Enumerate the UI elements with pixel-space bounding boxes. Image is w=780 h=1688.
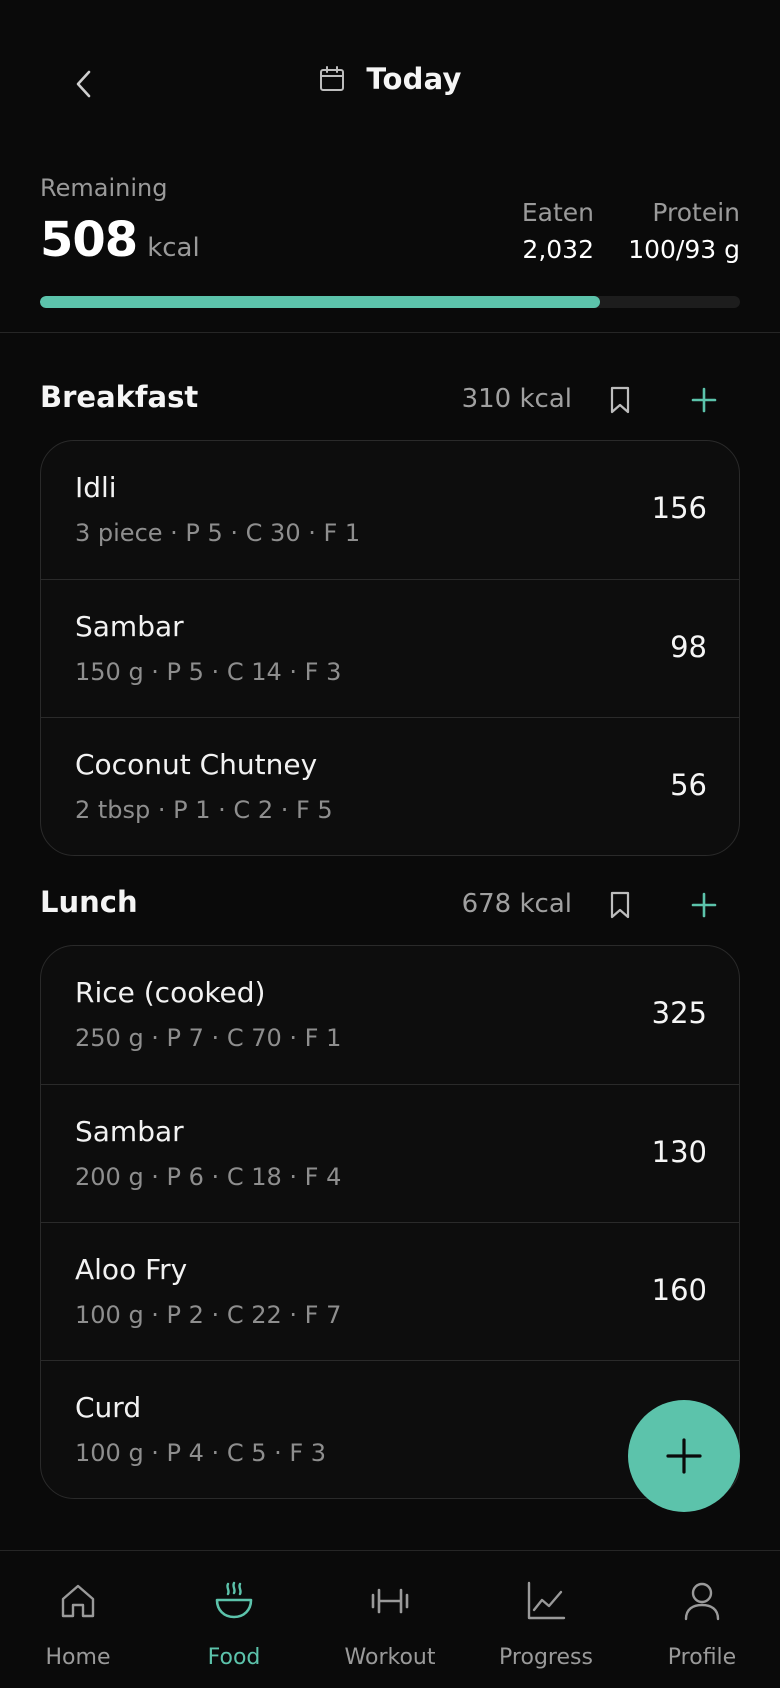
nav-item-profile[interactable]: Profile [624,1551,780,1688]
bottom-navigation: Home Food Workout Progress Profile [0,1550,780,1688]
nav-label: Profile [667,1645,737,1670]
meal-section-lunch: Lunch 678 kcal Rice (cooked) 250 g · P 7 · … [40,877,740,1499]
nav-label: Workout [344,1645,436,1670]
meal-header: Lunch 678 kcal [40,877,740,937]
meal-items-card: Idli 3 piece · P 5 · C 30 · F 1 156 Sambar 1… [40,440,740,856]
food-macros: 250 g · P 7 · C 70 · F 1 [75,1024,342,1052]
food-item-row[interactable]: Rice (cooked) 250 g · P 7 · C 70 · F 1 325 [41,946,739,1084]
food-macros: 3 piece · P 5 · C 30 · F 1 [75,519,361,547]
food-name: Idli [75,471,117,504]
bowl-icon [212,1579,256,1623]
food-kcal: 56 [670,768,707,802]
eaten-stat: Eaten 2,032 [522,198,594,264]
protein-label: Protein [652,198,740,227]
remaining-row: 508 kcal [40,212,200,268]
add-food-fab[interactable] [628,1400,740,1512]
calorie-summary: Remaining 508 kcal Eaten 2,032 Protein 1… [40,170,740,320]
protein-value: 100/93 g [628,235,740,264]
bookmark-icon [610,386,630,414]
food-kcal: 130 [651,1135,707,1169]
add-item-button[interactable] [682,883,726,927]
calorie-progress-bar [40,296,740,308]
divider [0,332,780,333]
meal-name: Breakfast [40,380,199,414]
food-kcal: 160 [651,1273,707,1307]
date-selector[interactable]: Today [0,62,780,96]
food-macros: 2 tbsp · P 1 · C 2 · F 5 [75,796,333,824]
food-name: Coconut Chutney [75,748,318,781]
nav-item-workout[interactable]: Workout [312,1551,468,1688]
protein-stat: Protein 100/93 g [628,198,740,264]
food-name: Sambar [75,1115,184,1148]
food-macros: 200 g · P 6 · C 18 · F 4 [75,1163,342,1191]
nav-label: Progress [499,1645,593,1670]
food-kcal: 325 [651,996,707,1030]
bookmark-icon [610,891,630,919]
dumbbell-icon [368,1579,412,1623]
food-kcal: 98 [670,630,707,664]
food-item-row[interactable]: Aloo Fry 100 g · P 2 · C 22 · F 7 160 [41,1222,739,1360]
eaten-value: 2,032 [522,235,594,264]
home-icon [56,1579,100,1623]
nav-item-progress[interactable]: Progress [468,1551,624,1688]
remaining-label: Remaining [40,174,168,202]
meal-kcal-total: 310 kcal [461,384,572,414]
plus-icon [666,1438,702,1474]
meal-section-breakfast: Breakfast 310 kcal Idli 3 piece · P 5 · C 3… [40,372,740,856]
food-macros: 100 g · P 4 · C 5 · F 3 [75,1439,327,1467]
calorie-progress-fill [40,296,600,308]
food-kcal: 156 [651,491,707,525]
meal-name: Lunch [40,885,138,919]
plus-icon [691,387,717,413]
bookmark-button[interactable] [600,883,640,927]
food-item-row[interactable]: Sambar 200 g · P 6 · C 18 · F 4 130 [41,1084,739,1222]
remaining-value: 508 [40,212,138,268]
meal-header: Breakfast 310 kcal [40,372,740,432]
food-item-row[interactable]: Coconut Chutney 2 tbsp · P 1 · C 2 · F 5 5… [41,717,739,855]
nav-item-home[interactable]: Home [0,1551,156,1688]
add-item-button[interactable] [682,378,726,422]
top-header: Today [0,0,780,170]
calendar-icon [318,65,346,93]
food-name: Aloo Fry [75,1253,188,1286]
nav-item-food[interactable]: Food [156,1551,312,1688]
user-icon [680,1579,724,1623]
food-name: Sambar [75,610,184,643]
bookmark-button[interactable] [600,378,640,422]
plus-icon [691,892,717,918]
food-macros: 150 g · P 5 · C 14 · F 3 [75,658,342,686]
remaining-unit: kcal [147,233,200,263]
nav-label: Home [45,1645,111,1670]
chart-icon [524,1579,568,1623]
food-item-row[interactable]: Sambar 150 g · P 5 · C 14 · F 3 98 [41,579,739,717]
food-item-row[interactable]: Idli 3 piece · P 5 · C 30 · F 1 156 [41,441,739,579]
meal-items-card: Rice (cooked) 250 g · P 7 · C 70 · F 1 325… [40,945,740,1499]
food-name: Curd [75,1391,142,1424]
nav-label: Food [207,1645,261,1670]
eaten-label: Eaten [521,198,594,227]
food-name: Rice (cooked) [75,976,266,1009]
page-title: Today [366,62,462,96]
food-macros: 100 g · P 2 · C 22 · F 7 [75,1301,342,1329]
meal-kcal-total: 678 kcal [461,889,572,919]
